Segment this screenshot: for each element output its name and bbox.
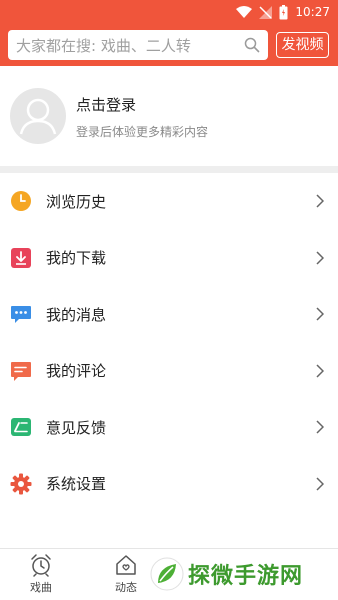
login-subtitle: 登录后体验更多精彩内容 (76, 125, 209, 139)
post-video-button[interactable]: 发视频 (276, 32, 329, 58)
status-time: 10:27 (295, 5, 330, 19)
status-indicators: 10:27 (236, 3, 330, 21)
menu-label: 浏览历史 (46, 192, 107, 211)
feedback-icon (10, 416, 32, 438)
chevron-right-icon (316, 477, 324, 491)
menu-label: 我的下载 (46, 249, 107, 268)
battery-icon (279, 4, 288, 19)
login-title[interactable]: 点击登录 (76, 94, 136, 115)
chevron-right-icon (316, 364, 324, 378)
menu-label: 意见反馈 (46, 418, 107, 437)
chevron-right-icon (316, 420, 324, 434)
menu-item-messages[interactable]: 我的消息 (0, 286, 338, 343)
menu-item-feedback[interactable]: 意见反馈 (0, 399, 338, 456)
chevron-right-icon (316, 194, 324, 208)
status-bar: 10:27 (0, 0, 338, 24)
menu-label: 我的评论 (46, 362, 107, 381)
no-signal-icon (259, 5, 273, 19)
gear-icon (10, 473, 32, 495)
menu-list: 浏览历史 我的下载 我的消息 我的评论 意见反馈 系统设置 (0, 173, 338, 512)
nav-label: 戏曲 (30, 581, 52, 594)
wifi-icon (236, 6, 253, 18)
menu-label: 系统设置 (46, 475, 107, 494)
nav-item-opera[interactable]: 戏曲 (16, 553, 66, 595)
login-section[interactable]: 点击登录 登录后体验更多精彩内容 (0, 66, 338, 166)
avatar[interactable] (10, 88, 66, 144)
menu-item-downloads[interactable]: 我的下载 (0, 230, 338, 287)
user-placeholder-icon (19, 98, 57, 135)
home-heart-icon (116, 555, 136, 575)
message-icon (10, 303, 32, 325)
leaf-logo-icon (150, 557, 184, 591)
menu-label: 我的消息 (46, 305, 107, 324)
nav-item-feed[interactable]: 动态 (101, 553, 151, 595)
nav-label: 动态 (115, 581, 137, 594)
section-divider (0, 166, 338, 173)
search-box[interactable]: 大家都在搜: 戏曲、二人转 (8, 30, 268, 60)
menu-item-history[interactable]: 浏览历史 (0, 173, 338, 230)
download-icon (10, 247, 32, 269)
chevron-right-icon (316, 251, 324, 265)
search-icon[interactable] (244, 37, 260, 53)
chevron-right-icon (316, 307, 324, 321)
alarm-clock-icon (31, 554, 51, 577)
watermark-text: 探微手游网 (188, 564, 304, 589)
comment-icon (10, 360, 32, 382)
menu-item-settings[interactable]: 系统设置 (0, 456, 338, 513)
menu-item-comments[interactable]: 我的评论 (0, 343, 338, 400)
search-input[interactable]: 大家都在搜: 戏曲、二人转 (16, 35, 244, 56)
watermark: 探微手游网 (150, 556, 303, 592)
top-bar: 大家都在搜: 戏曲、二人转 发视频 (0, 24, 338, 66)
clock-icon (10, 190, 32, 212)
